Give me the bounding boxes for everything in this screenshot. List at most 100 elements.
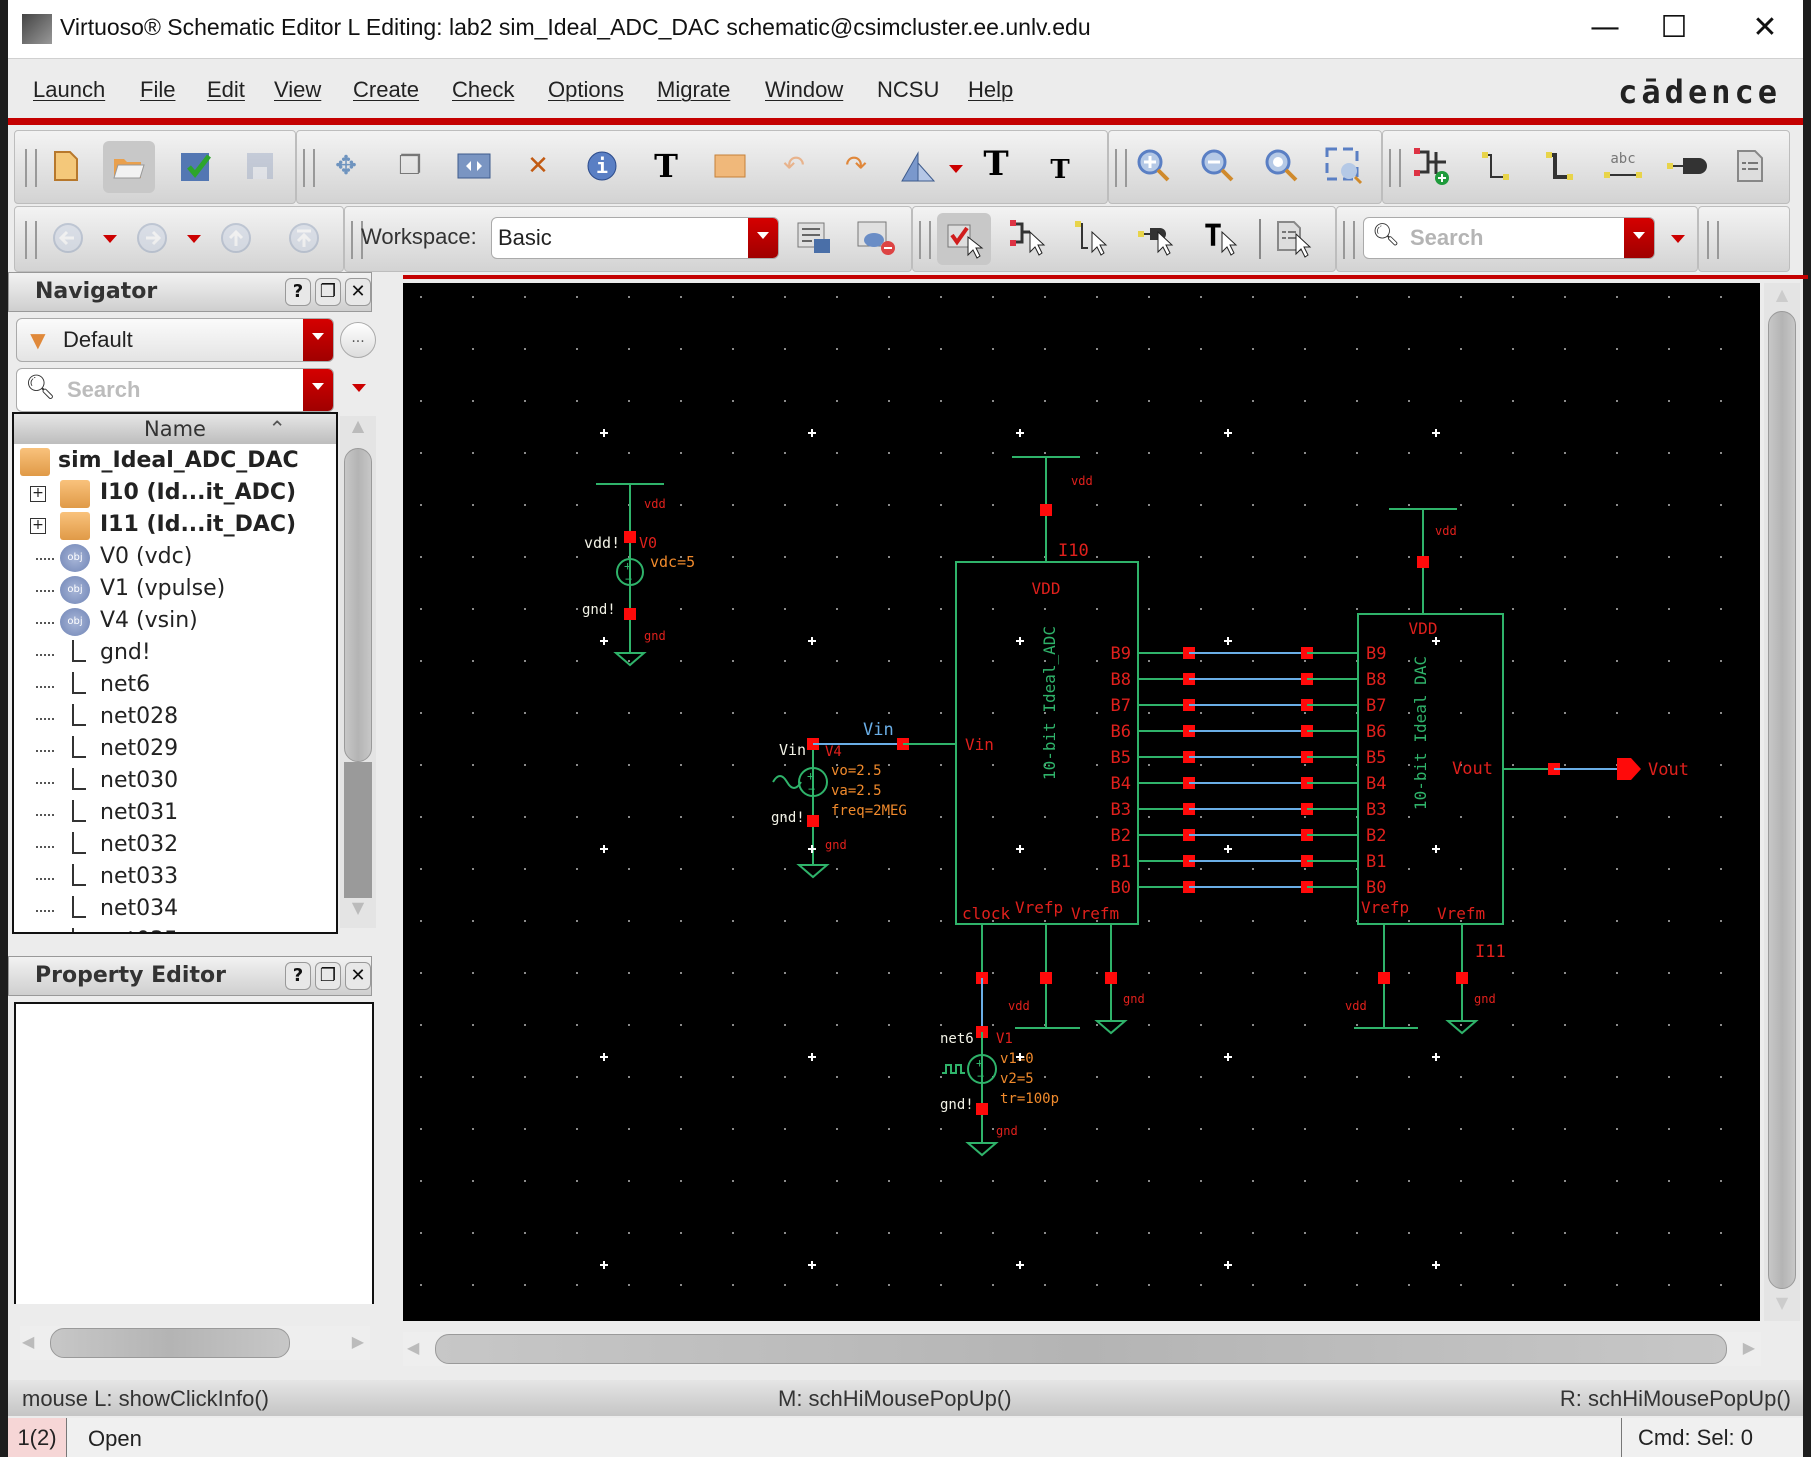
property-scroll-thumb[interactable] bbox=[50, 1328, 290, 1358]
float-button[interactable]: ❐ bbox=[315, 278, 341, 306]
close-panel-button[interactable]: ✕ bbox=[345, 278, 371, 306]
property-editor-horizontal-scrollbar[interactable]: ◀ ▶ bbox=[20, 1326, 370, 1360]
menu-window[interactable]: Window bbox=[765, 77, 843, 103]
undo-icon[interactable]: ↶ bbox=[773, 145, 815, 187]
select-all-icon[interactable] bbox=[937, 213, 991, 265]
tree-item-net[interactable]: net028 bbox=[14, 702, 334, 734]
forward-icon[interactable] bbox=[131, 217, 173, 259]
workspace-dropdown-button[interactable] bbox=[748, 218, 778, 258]
add-instance-icon[interactable] bbox=[1411, 145, 1453, 187]
scroll-left-arrow[interactable]: ◀ bbox=[407, 1338, 419, 1357]
info-icon[interactable]: i bbox=[581, 145, 623, 187]
redo-icon[interactable]: ↷ bbox=[835, 145, 877, 187]
toolbar-search-field[interactable]: 🔍︎ Search bbox=[1363, 217, 1655, 259]
more-options-button[interactable]: ... bbox=[340, 322, 376, 358]
forward-dropdown-arrow[interactable] bbox=[187, 235, 201, 243]
select-pin-icon[interactable] bbox=[1135, 217, 1177, 259]
scroll-down-arrow[interactable]: ▼ bbox=[1768, 1293, 1796, 1319]
save-workspace-icon[interactable] bbox=[793, 217, 835, 259]
scroll-up-arrow[interactable]: ▲ bbox=[344, 416, 372, 446]
menu-ncsu[interactable]: NCSU bbox=[877, 77, 939, 103]
back-icon[interactable] bbox=[47, 217, 89, 259]
search-options-arrow[interactable] bbox=[1671, 235, 1685, 243]
toolbar-grip[interactable] bbox=[919, 221, 931, 259]
delete-icon[interactable]: ✕ bbox=[517, 145, 559, 187]
edit-text-icon[interactable]: T bbox=[645, 145, 687, 187]
maximize-button[interactable]: ☐ bbox=[1649, 8, 1699, 48]
save-check-icon[interactable] bbox=[175, 145, 217, 187]
tree-item-net[interactable]: net029 bbox=[14, 734, 334, 766]
top-icon[interactable] bbox=[283, 217, 325, 259]
save-icon[interactable] bbox=[239, 145, 281, 187]
name-column-header[interactable]: Name ⌃ bbox=[14, 414, 336, 444]
add-wide-wire-icon[interactable] bbox=[1539, 145, 1581, 187]
toolbar-grip[interactable] bbox=[1343, 221, 1355, 259]
up-icon[interactable] bbox=[215, 217, 257, 259]
help-button[interactable]: ? bbox=[285, 278, 311, 306]
help-button[interactable]: ? bbox=[285, 962, 311, 990]
tree-item-net[interactable]: net033 bbox=[14, 862, 334, 894]
show-workspace-icon[interactable] bbox=[855, 217, 897, 259]
menu-launch[interactable]: Launch bbox=[33, 77, 105, 103]
add-wire-icon[interactable] bbox=[1475, 145, 1517, 187]
canvas-vscroll-thumb[interactable] bbox=[1768, 311, 1796, 1289]
canvas-vertical-scrollbar[interactable]: ▲ ▼ bbox=[1764, 283, 1800, 1321]
netlist-icon[interactable] bbox=[1729, 145, 1771, 187]
tree-item-folder[interactable]: sim_Ideal_ADC_DAC bbox=[14, 446, 334, 478]
filter-dropdown-button[interactable] bbox=[303, 319, 333, 361]
navigator-vertical-scrollbar[interactable]: ▲ ▼ bbox=[340, 416, 376, 928]
new-icon[interactable] bbox=[45, 145, 87, 187]
properties-icon[interactable] bbox=[709, 145, 751, 187]
navigator-filter-select[interactable]: ▼ Default bbox=[16, 318, 334, 362]
tree-item-net[interactable]: net032 bbox=[14, 830, 334, 862]
menu-edit[interactable]: Edit bbox=[207, 77, 245, 103]
tree-item-net[interactable]: net031 bbox=[14, 798, 334, 830]
expand-icon[interactable]: + bbox=[30, 518, 46, 534]
tree-item-instance[interactable]: obj V4 (vsin) bbox=[14, 606, 334, 638]
zoom-in-icon[interactable] bbox=[1133, 145, 1175, 187]
text-larger-icon[interactable]: T bbox=[975, 143, 1017, 185]
tree-item-folder[interactable]: + I10 (Id...it_ADC) bbox=[14, 478, 334, 510]
toolbar-grip[interactable] bbox=[1389, 149, 1401, 187]
scroll-right-arrow[interactable]: ▶ bbox=[1743, 1338, 1755, 1357]
menu-file[interactable]: File bbox=[140, 77, 175, 103]
menu-check[interactable]: Check bbox=[452, 77, 514, 103]
menu-create[interactable]: Create bbox=[353, 77, 419, 103]
zoom-fit-icon[interactable] bbox=[1261, 145, 1303, 187]
toolbar-grip[interactable] bbox=[25, 149, 37, 187]
tree-item-net[interactable]: gnd! bbox=[14, 638, 334, 670]
tree-item-net[interactable]: net034 bbox=[14, 894, 334, 926]
text-smaller-icon[interactable]: T bbox=[1039, 149, 1081, 191]
navigator-search-options-arrow[interactable] bbox=[352, 384, 366, 392]
canvas-hscroll-thumb[interactable] bbox=[435, 1334, 1727, 1364]
move-icon[interactable]: ✥ bbox=[325, 145, 367, 187]
close-panel-button[interactable]: ✕ bbox=[345, 962, 371, 990]
tree-item-instance[interactable]: obj V1 (vpulse) bbox=[14, 574, 334, 606]
scroll-down-arrow[interactable]: ▼ bbox=[344, 898, 372, 928]
menu-help[interactable]: Help bbox=[968, 77, 1013, 103]
schematic-canvas[interactable]: + − vdd V0 vdc=5 vdd! gnd! gnd + − Vin V4 vo=2.5 va=2… bbox=[403, 283, 1760, 1321]
tree-item-instance[interactable]: obj V0 (vdc) bbox=[14, 542, 334, 574]
stretch-icon[interactable] bbox=[453, 145, 495, 187]
select-wire-icon[interactable] bbox=[1071, 217, 1113, 259]
menu-view[interactable]: View bbox=[274, 77, 321, 103]
tree-item-net[interactable]: net035 bbox=[14, 926, 334, 932]
zoom-out-icon[interactable] bbox=[1197, 145, 1239, 187]
select-text-icon[interactable]: T bbox=[1199, 217, 1241, 259]
toolbar-grip[interactable] bbox=[25, 221, 37, 259]
scroll-right-arrow[interactable]: ▶ bbox=[352, 1332, 364, 1351]
tree-item-folder[interactable]: + I11 (Id...it_DAC) bbox=[14, 510, 334, 542]
close-button[interactable]: ✕ bbox=[1740, 8, 1790, 48]
add-pin-icon[interactable] bbox=[1665, 145, 1707, 187]
zoom-area-icon[interactable] bbox=[1323, 145, 1365, 187]
workspace-select[interactable]: Basic bbox=[491, 217, 779, 259]
toolbar-grip[interactable] bbox=[1707, 221, 1719, 259]
menu-options[interactable]: Options bbox=[548, 77, 624, 103]
select-instance-icon[interactable] bbox=[1007, 217, 1049, 259]
rotate-icon[interactable] bbox=[897, 145, 939, 187]
tree-item-net[interactable]: net6 bbox=[14, 670, 334, 702]
open-icon[interactable] bbox=[103, 141, 155, 193]
scroll-up-arrow[interactable]: ▲ bbox=[1768, 285, 1796, 311]
navigator-search-field[interactable]: 🔍︎ Search bbox=[16, 368, 334, 412]
expand-icon[interactable]: + bbox=[30, 486, 46, 502]
